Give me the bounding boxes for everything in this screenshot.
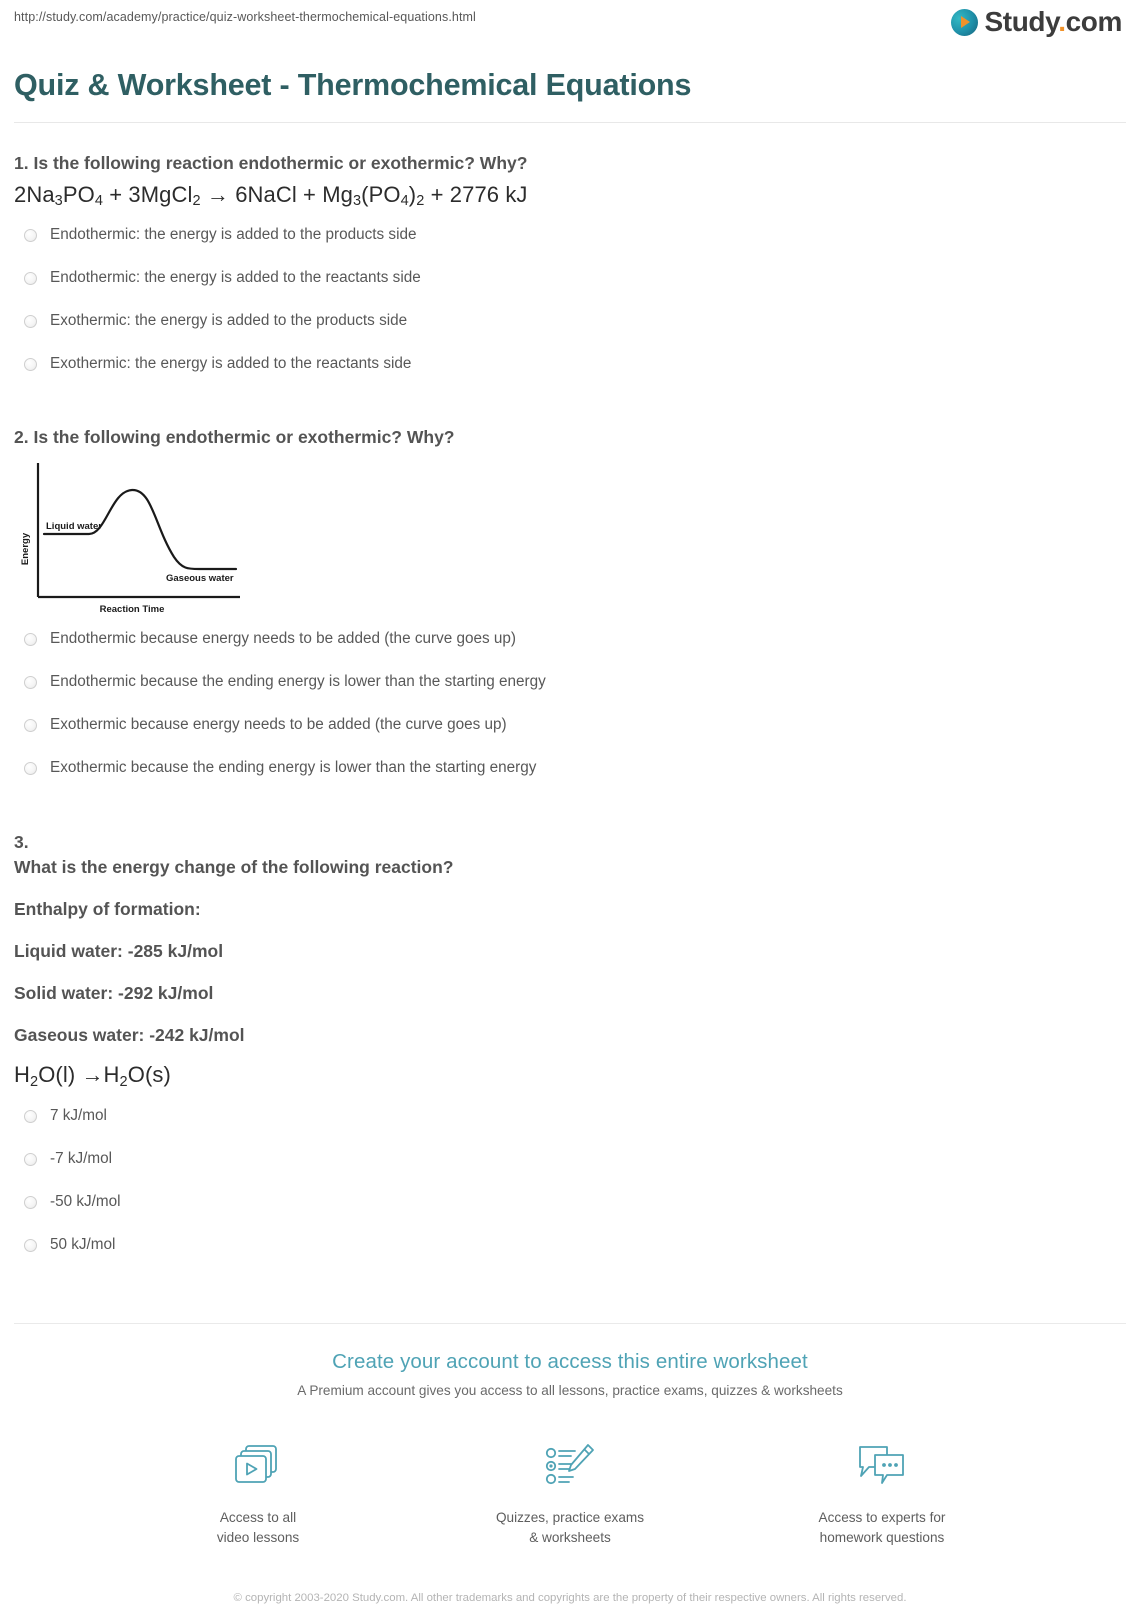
option-label: 7 kJ/mol: [50, 1107, 107, 1125]
question-3-options: 7 kJ/mol -7 kJ/mol -50 kJ/mol 50 kJ/mol: [14, 1107, 1126, 1279]
radio-button-icon[interactable]: [24, 1153, 37, 1167]
question-3-prompt: What is the energy change of the followi…: [14, 857, 454, 878]
promo-section: Create your account to access this entir…: [0, 1324, 1140, 1607]
option-row[interactable]: Exothermic: the energy is added to the r…: [14, 355, 1126, 398]
benefits-list: Access to all video lessons Quizzes, pra…: [0, 1439, 1140, 1547]
question-1-options: Endothermic: the energy is added to the …: [14, 226, 1126, 398]
question-1-prompt: 1. Is the following reaction endothermic…: [14, 152, 1126, 176]
option-row[interactable]: 50 kJ/mol: [14, 1236, 1126, 1279]
radio-button-icon[interactable]: [24, 1196, 37, 1210]
option-label: Endothermic: the energy is added to the …: [50, 268, 421, 286]
radio-button-icon[interactable]: [24, 1110, 37, 1124]
benefit-expert-help: Access to experts for homework questions: [787, 1439, 977, 1547]
annotation-gaseous-water: Gaseous water: [166, 573, 234, 584]
question-2-number: 2.: [14, 426, 29, 447]
question-2: 2. Is the following endothermic or exoth…: [14, 426, 1126, 803]
option-label: 50 kJ/mol: [50, 1236, 116, 1254]
option-label: Exothermic because energy needs to be ad…: [50, 716, 507, 734]
option-row[interactable]: -50 kJ/mol: [14, 1193, 1126, 1236]
question-3-equation: H2O(l) →H2O(s): [14, 1062, 171, 1091]
radio-button-icon[interactable]: [24, 314, 37, 328]
enthalpy-liquid-water: Liquid water: -285 kJ/mol: [14, 941, 224, 962]
option-row[interactable]: Exothermic: the energy is added to the p…: [14, 312, 1126, 355]
logo-wordmark: Study.com: [984, 6, 1123, 37]
option-label: Endothermic because energy needs to be a…: [50, 630, 517, 648]
radio-button-icon[interactable]: [24, 719, 37, 733]
study-com-logo[interactable]: Study.com: [950, 6, 1123, 37]
option-row[interactable]: Exothermic because the ending energy is …: [14, 759, 1126, 802]
copyright-notice: © copyright 2003-2020 Study.com. All oth…: [233, 1591, 907, 1604]
benefit-video-lessons: Access to all video lessons: [163, 1439, 353, 1547]
radio-button-icon[interactable]: [24, 357, 37, 371]
option-row[interactable]: Endothermic because the ending energy is…: [14, 673, 1126, 716]
option-row[interactable]: Endothermic because energy needs to be a…: [14, 630, 1126, 673]
option-label: Endothermic: the energy is added to the …: [50, 225, 417, 243]
energy-profile-chart: Energy Reaction Time Liquid water Gaseou…: [20, 463, 240, 615]
option-label: -7 kJ/mol: [50, 1150, 113, 1168]
option-row[interactable]: Exothermic because energy needs to be ad…: [14, 716, 1126, 759]
enthalpy-gaseous-water: Gaseous water: -242 kJ/mol: [14, 1025, 245, 1046]
enthalpy-solid-water: Solid water: -292 kJ/mol: [14, 983, 214, 1004]
radio-button-icon[interactable]: [24, 1239, 37, 1253]
play-circle-icon: [950, 8, 978, 36]
benefit-label: Quizzes, practice exams & worksheets: [495, 1510, 645, 1545]
energy-diagram: Energy Reaction Time Liquid water Gaseou…: [14, 457, 1126, 622]
annotation-liquid-water: Liquid water: [46, 521, 102, 532]
quizzes-worksheets-icon: [475, 1439, 665, 1495]
title-divider: [14, 122, 1126, 123]
option-row[interactable]: Endothermic: the energy is added to the …: [14, 226, 1126, 269]
page-header: http://study.com/academy/practice/quiz-w…: [0, 0, 1140, 52]
promo-subline: A Premium account gives you access to al…: [297, 1383, 843, 1399]
radio-button-icon[interactable]: [24, 633, 37, 647]
radio-button-icon[interactable]: [24, 228, 37, 242]
video-lessons-icon: [163, 1439, 353, 1495]
benefit-quizzes-worksheets: Quizzes, practice exams & worksheets: [475, 1439, 665, 1547]
y-axis-label: Energy: [20, 532, 31, 565]
expert-help-icon: [787, 1439, 977, 1495]
option-label: Exothermic because the ending energy is …: [50, 759, 537, 777]
question-2-options: Endothermic because energy needs to be a…: [14, 630, 1126, 802]
logo-dot: .: [1058, 6, 1066, 37]
option-row[interactable]: -7 kJ/mol: [14, 1150, 1126, 1193]
option-label: Exothermic: the energy is added to the r…: [50, 354, 412, 372]
radio-button-icon[interactable]: [24, 676, 37, 690]
benefit-label: Access to experts for homework questions: [818, 1510, 946, 1545]
question-1-equation: 2Na3PO4 + 3MgCl2 → 6NaCl + Mg3(PO4)2 + 2…: [14, 181, 528, 210]
option-row[interactable]: 7 kJ/mol: [14, 1107, 1126, 1150]
question-1-text: Is the following reaction endothermic or…: [33, 153, 528, 173]
radio-button-icon[interactable]: [24, 762, 37, 776]
question-1: 1. Is the following reaction endothermic…: [14, 152, 1126, 398]
question-2-text: Is the following endothermic or exotherm…: [33, 426, 455, 447]
option-label: Exothermic: the energy is added to the p…: [50, 311, 408, 329]
benefit-label: Access to all video lessons: [216, 1510, 300, 1545]
x-axis-label: Reaction Time: [100, 604, 165, 615]
logo-tld: com: [1065, 6, 1123, 37]
promo-headline[interactable]: Create your account to access this entir…: [0, 1350, 1140, 1374]
question-3: 3. What is the energy change of the foll…: [14, 832, 1126, 1279]
option-label: Endothermic because the ending energy is…: [50, 673, 546, 691]
question-3-number: 3.: [14, 832, 29, 853]
page-title: Quiz & Worksheet - Thermochemical Equati…: [14, 68, 692, 102]
worksheet-page: http://study.com/academy/practice/quiz-w…: [0, 0, 1140, 1605]
option-row[interactable]: Endothermic: the energy is added to the …: [14, 269, 1126, 312]
radio-button-icon[interactable]: [24, 271, 37, 285]
question-2-prompt: 2. Is the following endothermic or exoth…: [14, 426, 1126, 450]
enthalpy-heading: Enthalpy of formation:: [14, 899, 201, 920]
questions-container: 1. Is the following reaction endothermic…: [0, 152, 1140, 1279]
option-label: -50 kJ/mol: [50, 1193, 121, 1211]
question-1-number: 1.: [14, 153, 29, 173]
logo-word: Study: [984, 6, 1059, 37]
